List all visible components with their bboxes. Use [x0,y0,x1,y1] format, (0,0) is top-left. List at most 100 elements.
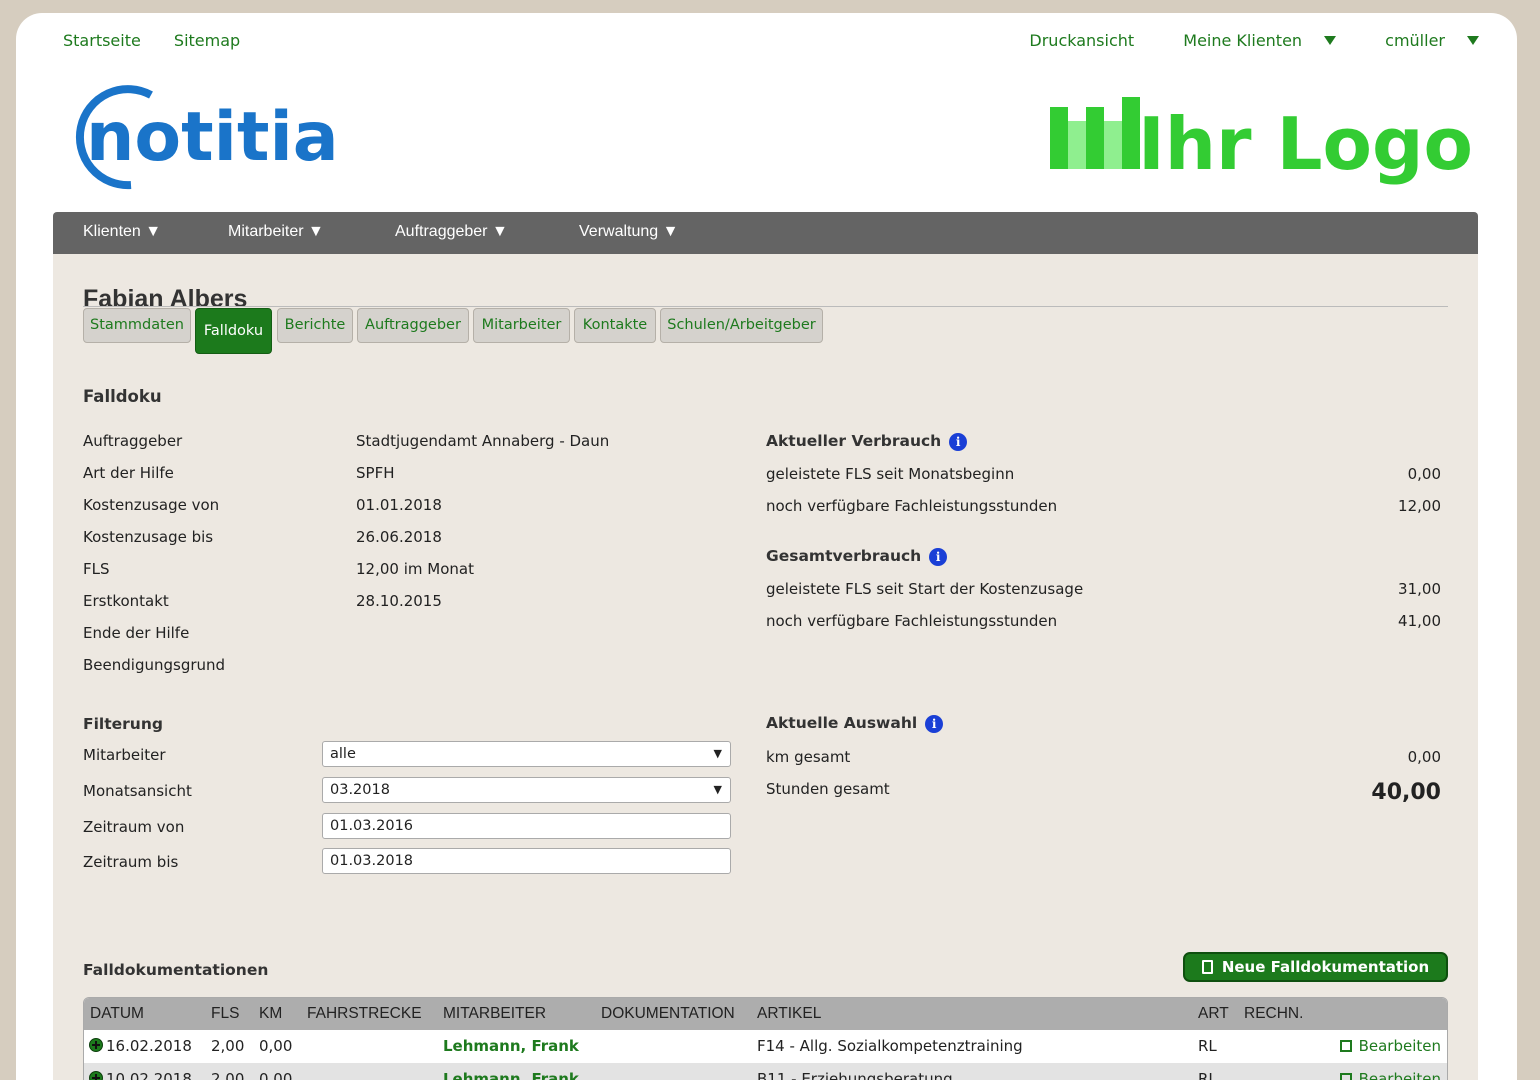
zeitraum-von-input[interactable]: 01.03.2016 [322,813,731,839]
total-usage-title-text: Gesamtverbrauch [766,547,922,565]
value-hours-total: 40,00 [1371,780,1441,805]
cell-km: 0,00 [259,1070,293,1080]
label-kostenzusage-bis: Kostenzusage bis [83,528,214,546]
info-icon[interactable]: i [929,548,948,566]
tab-auftraggeber[interactable]: Auftraggeber [357,308,469,343]
main-navigation: Klienten ▼ Mitarbeiter ▼ Auftraggeber ▼ … [53,212,1478,254]
label-filter-monat: Monatsansicht [83,782,192,800]
zeitraum-bis-input[interactable]: 01.03.2018 [322,848,731,874]
col-datum[interactable]: DATUM [90,1005,144,1023]
edit-button[interactable]: Bearbeiten [1339,1037,1441,1055]
notitia-logo-text: notitia [86,98,339,177]
selection-title: Aktuelle Auswahl i [766,714,944,733]
new-case-doc-label: Neue Falldokumentation [1221,958,1430,976]
mitarbeiter-select[interactable]: alle ▼ [322,741,731,767]
cell-artikel: B11 - Erziehungsberatung [757,1070,953,1080]
caret-down-icon [1467,36,1479,45]
dropdown-arrow-icon: ▼ [713,783,722,796]
current-usage-title-text: Aktueller Verbrauch [766,432,942,450]
tab-mitarbeiter[interactable]: Mitarbeiter [473,308,570,343]
nav-mitarbeiter[interactable]: Mitarbeiter ▼ [228,223,324,241]
case-doc-table: DATUM FLS KM FAHRSTRECKE MITARBEITER DOK… [83,997,1448,1080]
expand-plus-icon[interactable] [89,1071,103,1080]
label-ende-der-hilfe: Ende der Hilfe [83,624,190,642]
edit-icon [1339,1040,1352,1052]
label-total-available-hours: noch verfügbare Fachleistungsstunden [766,612,1058,630]
label-fls: FLS [83,560,110,578]
cell-fls: 2,00 [211,1070,245,1080]
value-fls: 12,00 im Monat [356,560,474,578]
tab-stammdaten[interactable]: Stammdaten [83,308,191,343]
label-available-hours: noch verfügbare Fachleistungsstunden [766,497,1058,515]
top-navigation: Startseite Sitemap Druckansicht Meine Kl… [63,31,1479,53]
tab-falldoku[interactable]: Falldoku [195,308,272,354]
cell-mitarbeiter-link[interactable]: Lehmann, Frank [443,1070,579,1080]
tab-kontakte[interactable]: Kontakte [574,308,656,343]
page: Startseite Sitemap Druckansicht Meine Kl… [16,13,1517,1080]
notitia-logo[interactable]: notitia [56,85,356,195]
col-mitarbeiter[interactable]: MITARBEITER [443,1005,546,1023]
cell-datum: 16.02.2018 [106,1037,192,1055]
monatsansicht-select[interactable]: 03.2018 ▼ [322,777,731,803]
col-km[interactable]: KM [259,1005,282,1023]
dropdown-arrow-icon: ▼ [713,747,722,760]
new-case-doc-button[interactable]: Neue Falldokumentation [1183,952,1448,982]
caret-down-icon [1324,36,1337,45]
label-filter-mitarbeiter: Mitarbeiter [83,746,166,764]
label-km-total: km gesamt [766,748,851,766]
nav-verwaltung[interactable]: Verwaltung ▼ [579,223,678,241]
document-icon [1201,960,1213,974]
home-link[interactable]: Startseite [63,31,141,50]
expand-plus-icon[interactable] [89,1038,103,1052]
info-icon[interactable]: i [925,715,944,733]
nav-auftraggeber[interactable]: Auftraggeber ▼ [395,223,508,241]
user-label: cmüller [1385,31,1445,50]
label-auftraggeber: Auftraggeber [83,432,183,450]
cell-art: RL [1198,1070,1217,1080]
total-usage-title: Gesamtverbrauch i [766,547,948,566]
cell-km: 0,00 [259,1037,293,1055]
value-kostenzusage-bis: 26.06.2018 [356,528,442,546]
tab-berichte[interactable]: Berichte [277,308,353,343]
value-fls-since-start: 31,00 [1398,580,1441,598]
col-dokumentation[interactable]: DOKUMENTATION [601,1005,735,1023]
col-fahrstrecke[interactable]: FAHRSTRECKE [307,1005,422,1023]
info-icon[interactable]: i [949,433,968,451]
value-total-available-hours: 41,00 [1398,612,1441,630]
cell-art: RL [1198,1037,1217,1055]
label-filter-bis: Zeitraum bis [83,853,179,871]
monatsansicht-select-value: 03.2018 [330,782,390,798]
value-auftraggeber-link[interactable]: Stadtjugendamt Annaberg - Daun [356,432,609,450]
my-clients-label: Meine Klienten [1183,31,1303,50]
current-usage-title: Aktueller Verbrauch i [766,432,968,451]
cell-datum: 10.02.2018 [106,1070,192,1080]
cell-mitarbeiter-link[interactable]: Lehmann, Frank [443,1037,579,1055]
edit-label: Bearbeiten [1358,1037,1441,1055]
table-row: 10.02.2018 2,00 0,00 Lehmann, Frank B11 … [84,1063,1447,1080]
sitemap-link[interactable]: Sitemap [174,31,240,50]
col-fls[interactable]: FLS [211,1005,239,1023]
edit-button[interactable]: Bearbeiten [1339,1070,1441,1080]
edit-label: Bearbeiten [1358,1070,1441,1080]
tab-schulen-arbeitgeber[interactable]: Schulen/Arbeitgeber [660,308,823,343]
mitarbeiter-select-value: alle [330,746,356,762]
print-view-link[interactable]: Druckansicht [1029,31,1134,50]
custom-logo: Ihr Logo [1050,97,1473,186]
value-art-der-hilfe: SPFH [356,464,395,482]
table-row: 16.02.2018 2,00 0,00 Lehmann, Frank F14 … [84,1030,1447,1063]
label-hours-total: Stunden gesamt [766,780,890,798]
label-filter-von: Zeitraum von [83,818,185,836]
value-km-total: 0,00 [1407,748,1441,766]
user-menu[interactable]: cmüller [1363,31,1479,50]
main-content: Fabian Albers Stammdaten Falldoku Berich… [53,254,1478,1080]
col-rechnung[interactable]: RECHN. [1244,1005,1303,1023]
my-clients-menu[interactable]: Meine Klienten [1161,31,1337,50]
col-art[interactable]: ART [1198,1005,1229,1023]
falldoku-title: Falldoku [83,387,162,406]
label-fls-since-start: geleistete FLS seit Start der Kostenzusa… [766,580,1084,598]
label-fls-since-month: geleistete FLS seit Monatsbeginn [766,465,1015,483]
nav-klienten[interactable]: Klienten ▼ [83,223,161,241]
value-erstkontakt: 28.10.2015 [356,592,442,610]
label-kostenzusage-von: Kostenzusage von [83,496,220,514]
col-artikel[interactable]: ARTIKEL [757,1005,821,1023]
